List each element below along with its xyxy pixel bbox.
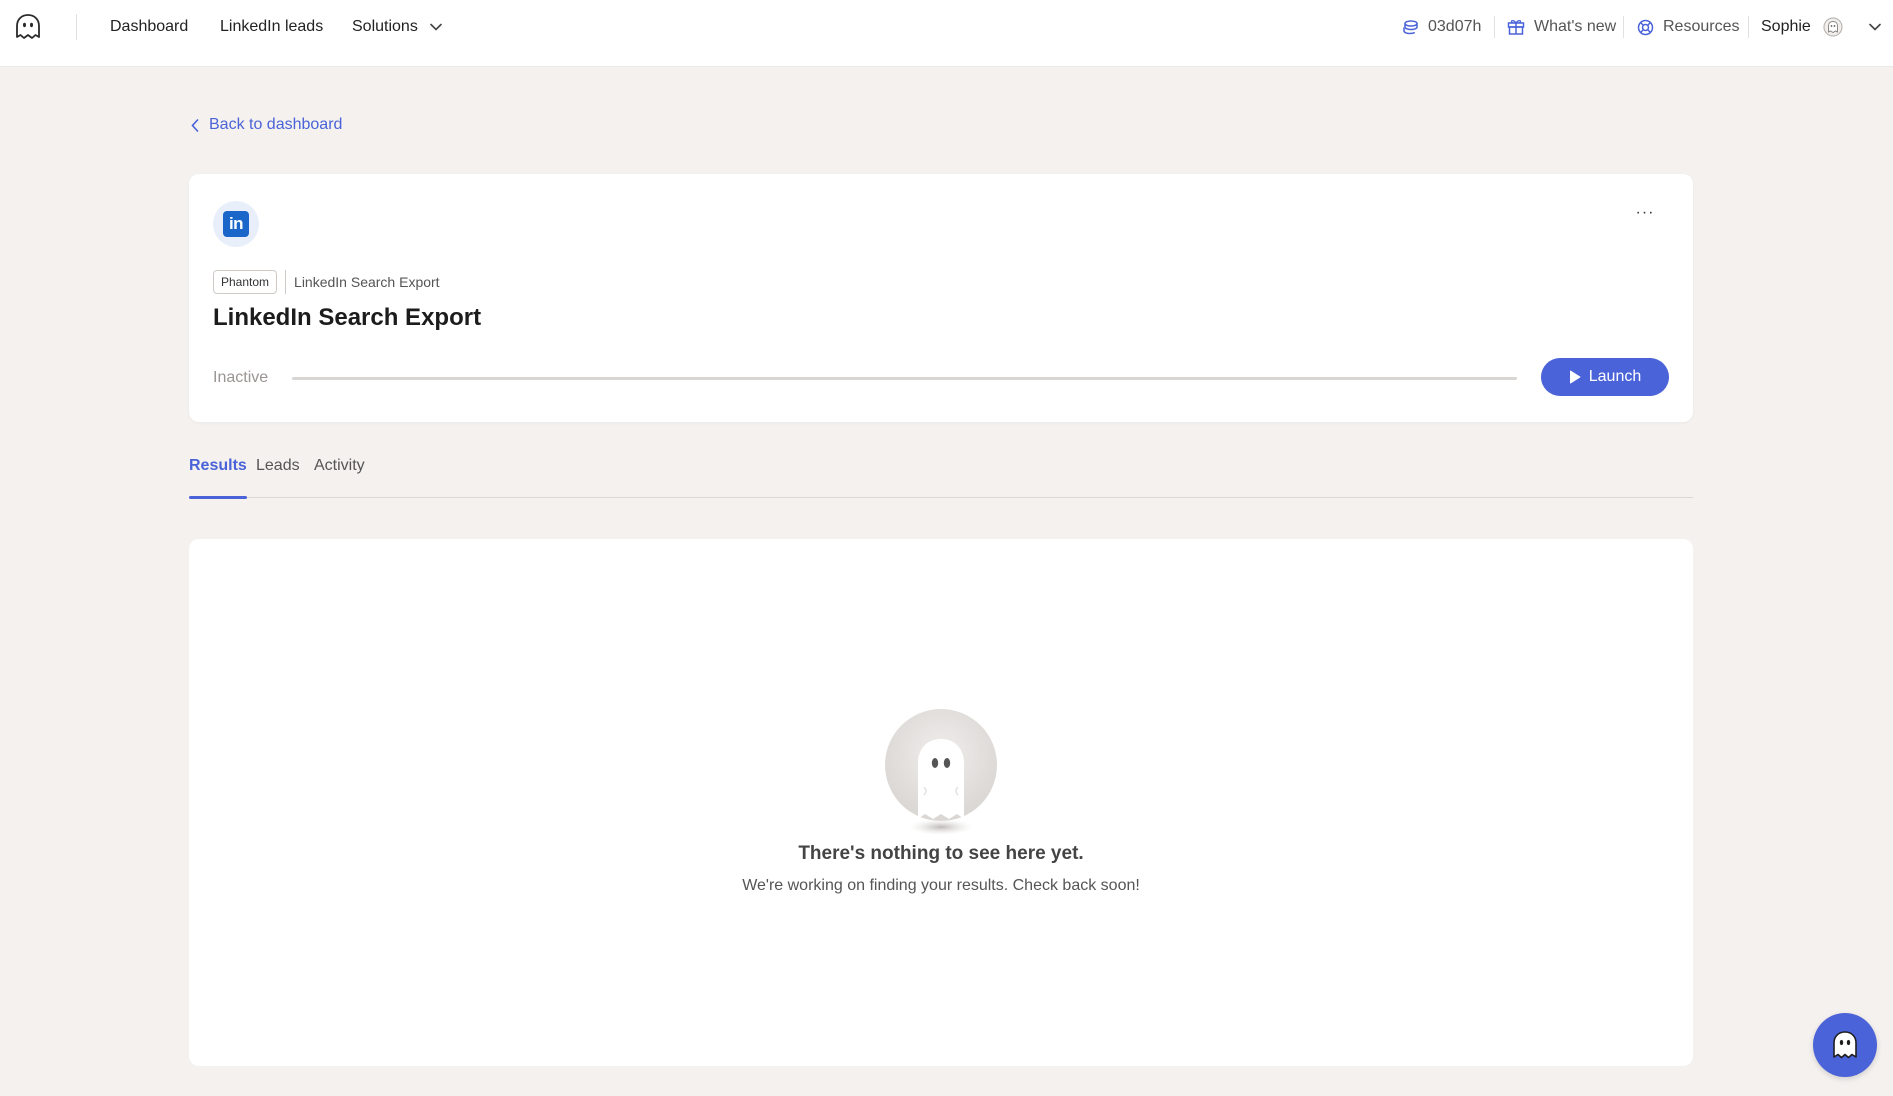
ghost-logo-icon[interactable] (13, 12, 43, 42)
nav-solutions-label: Solutions (352, 18, 418, 35)
page-title: LinkedIn Search Export (213, 304, 482, 331)
more-options-button[interactable]: ··· (1633, 205, 1657, 224)
chip-divider (285, 270, 287, 294)
chat-ghost-icon (1833, 1031, 1857, 1059)
empty-state-title: There's nothing to see here yet. (798, 843, 1084, 864)
top-navbar: Dashboard LinkedIn leads Solutions 03d07… (0, 0, 1893, 67)
nav-solutions[interactable]: Solutions (352, 16, 442, 38)
linkedin-icon: in (223, 211, 249, 237)
play-icon (1569, 370, 1581, 384)
nav-linkedin-leads[interactable]: LinkedIn leads (220, 16, 323, 38)
linkedin-badge: in (213, 201, 259, 247)
whats-new-label: What's new (1534, 18, 1617, 35)
phantom-type-label: LinkedIn Search Export (294, 274, 440, 290)
tab-bar: Results Leads Activity (189, 456, 1693, 499)
whats-new-link[interactable]: What's new (1507, 16, 1616, 38)
empty-state-subtitle: We're working on finding your results. C… (742, 877, 1140, 894)
nav-divider (1748, 16, 1749, 38)
chat-support-button[interactable] (1813, 1013, 1877, 1077)
user-menu[interactable]: Sophie (1761, 16, 1881, 38)
chevron-left-icon (191, 118, 199, 132)
back-to-dashboard-link[interactable]: Back to dashboard (191, 116, 342, 134)
launch-label: Launch (1588, 368, 1642, 385)
phantom-chip: Phantom (213, 270, 278, 294)
gift-icon (1507, 19, 1525, 35)
nav-divider (1623, 16, 1624, 38)
resources-label: Resources (1663, 18, 1740, 35)
credits-icon (1403, 19, 1418, 34)
nav-dashboard[interactable]: Dashboard (110, 16, 188, 38)
nav-divider (76, 14, 77, 40)
nav-divider (1494, 16, 1495, 38)
tab-activity[interactable]: Activity (314, 456, 365, 498)
avatar-ghost-icon (1823, 17, 1843, 37)
lifebuoy-icon (1637, 19, 1654, 35)
ghost-illustration-icon (885, 709, 997, 835)
phantom-header-card: in ··· Phantom LinkedIn Search Export Li… (189, 174, 1693, 422)
phantom-type-row: Phantom LinkedIn Search Export (213, 270, 440, 294)
user-name: Sophie (1761, 18, 1811, 35)
chevron-down-icon (1869, 23, 1881, 31)
time-remaining[interactable]: 03d07h (1402, 16, 1481, 38)
status-text: Inactive (213, 369, 269, 386)
tab-leads[interactable]: Leads (256, 456, 300, 498)
launch-button[interactable]: Launch (1541, 358, 1669, 396)
chevron-down-icon (430, 23, 442, 31)
tab-results[interactable]: Results (189, 456, 247, 499)
back-link-label: Back to dashboard (209, 116, 343, 133)
time-remaining-label: 03d07h (1428, 18, 1482, 35)
results-panel: There's nothing to see here yet. We're w… (189, 539, 1693, 1066)
resources-link[interactable]: Resources (1637, 16, 1739, 38)
progress-bar (292, 377, 1517, 380)
